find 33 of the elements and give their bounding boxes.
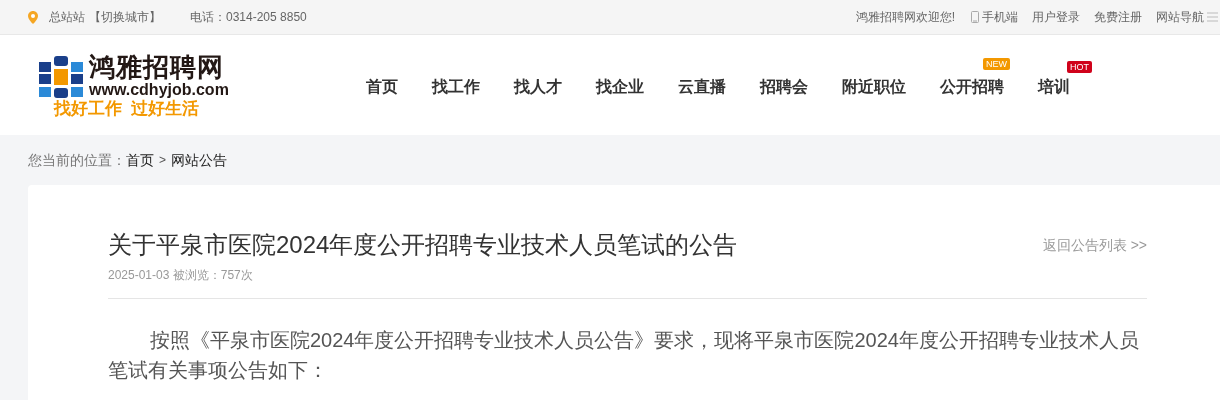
nav-link[interactable]: 找工作 xyxy=(432,75,480,99)
article-paragraph: 按照《平泉市医院2024年度公开招聘专业技术人员公告》要求，现将平泉市医院2024年度公开招聘专业技术人员笔试有关事项公告如下： xyxy=(108,328,1140,383)
logo-icon xyxy=(39,56,83,98)
nav-link[interactable]: 首页 xyxy=(366,75,398,99)
article-meta: 2025-01-03 被浏览：757次 xyxy=(108,266,1147,299)
welcome-text: 鸿雅招聘网欢迎您! xyxy=(855,9,955,26)
article-title: 关于平泉市医院2024年度公开招聘专业技术人员笔试的公告 xyxy=(108,230,738,260)
phone-number: 电话：0314-205 8850 xyxy=(190,9,307,26)
breadcrumb-label: 您当前的位置： xyxy=(28,150,126,170)
nav-link[interactable]: 找人才 xyxy=(514,75,562,99)
badge: HOT xyxy=(1067,61,1092,73)
top-link[interactable]: 手机端 xyxy=(971,8,1018,26)
breadcrumb-link[interactable]: 网站公告 xyxy=(171,149,227,171)
nav-link[interactable]: 招聘会 xyxy=(760,75,808,99)
badge: NEW xyxy=(983,58,1010,70)
breadcrumb-link[interactable]: 首页 xyxy=(126,149,154,171)
nav-link[interactable]: 云直播 xyxy=(678,75,726,99)
location-pin-icon xyxy=(28,10,38,24)
menu-icon xyxy=(1207,12,1218,22)
logo-name: 鸿雅招聘网 xyxy=(89,52,225,82)
logo-slogan: 找好工作 过好生活 xyxy=(54,99,200,120)
top-link[interactable]: 网站导航 xyxy=(1156,8,1218,26)
nav-link[interactable]: 公开招聘 xyxy=(940,75,1004,99)
top-link[interactable]: 用户登录 xyxy=(1032,8,1080,26)
top-link[interactable]: 免费注册 xyxy=(1094,8,1142,26)
nav-link[interactable]: 附近职位 xyxy=(842,75,906,99)
nav-link[interactable]: 培训 xyxy=(1038,75,1070,99)
breadcrumb-separator: > xyxy=(159,152,166,169)
mobile-phone-icon xyxy=(971,11,979,23)
switch-city-link[interactable]: 【切换城市】 xyxy=(89,8,161,26)
nav-link[interactable]: 找企业 xyxy=(596,75,644,99)
city-name: 总站站 xyxy=(49,9,85,26)
logo-url: www.cdhyjob.com xyxy=(89,82,229,98)
